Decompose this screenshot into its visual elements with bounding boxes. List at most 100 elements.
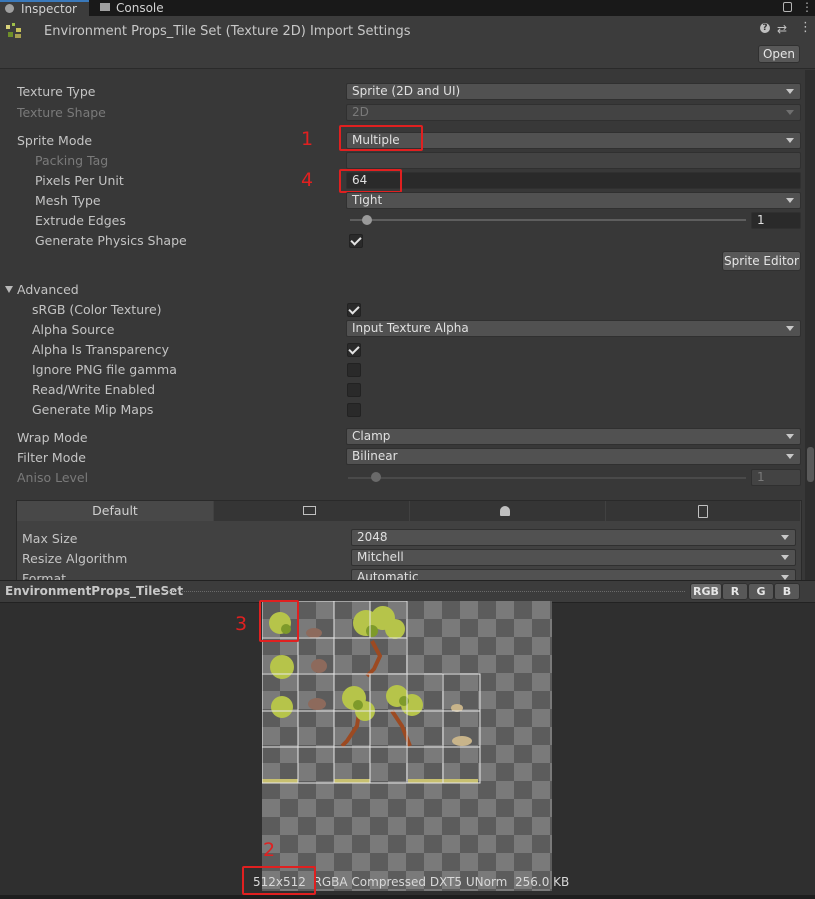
tab-inspector[interactable]: Inspector bbox=[0, 0, 89, 16]
chevron-down-icon bbox=[786, 198, 794, 203]
info-icon bbox=[5, 4, 14, 13]
alpha-is-transparency-label: Alpha Is Transparency bbox=[32, 342, 170, 357]
format-label: Format bbox=[22, 571, 67, 580]
packing-tag-label: Packing Tag bbox=[35, 153, 109, 168]
texture-shape-value: 2D bbox=[352, 105, 369, 119]
android-icon bbox=[500, 506, 510, 516]
chevron-down-icon bbox=[786, 454, 794, 459]
advanced-foldout-icon[interactable] bbox=[5, 286, 13, 293]
inspector-header: Environment Props_Tile Set (Texture 2D) … bbox=[0, 16, 815, 69]
texture-type-label: Texture Type bbox=[17, 84, 96, 99]
ignore-png-gamma-label: Ignore PNG file gamma bbox=[32, 362, 177, 377]
channel-g-button[interactable]: G bbox=[748, 583, 774, 600]
mip-maps-checkbox[interactable] bbox=[347, 403, 361, 417]
platform-tab-android[interactable] bbox=[410, 501, 605, 521]
mesh-type-dropdown[interactable]: Tight bbox=[346, 192, 801, 209]
mip-maps-label: Generate Mip Maps bbox=[32, 402, 154, 417]
inspector-scrollbar[interactable] bbox=[805, 70, 815, 580]
annotation-number-4: 4 bbox=[301, 169, 314, 191]
channel-r-button[interactable]: R bbox=[722, 583, 748, 600]
sprite-mode-label: Sprite Mode bbox=[17, 133, 93, 148]
alpha-is-transparency-checkbox[interactable] bbox=[347, 343, 361, 357]
help-icon[interactable]: ? bbox=[760, 23, 770, 33]
texture-preview-image[interactable] bbox=[261, 600, 552, 891]
alpha-source-value: Input Texture Alpha bbox=[352, 321, 469, 335]
texture-type-dropdown[interactable]: Sprite (2D and UI) bbox=[346, 83, 801, 100]
platform-tab-default-label: Default bbox=[92, 503, 138, 518]
format-dropdown[interactable]: Automatic bbox=[351, 569, 796, 580]
preview-title: EnvironmentProps_TileSet bbox=[5, 584, 184, 598]
max-size-value: 2048 bbox=[357, 530, 388, 544]
read-write-label: Read/Write Enabled bbox=[32, 382, 156, 397]
annotation-number-1: 1 bbox=[301, 128, 314, 150]
tab-inspector-label: Inspector bbox=[21, 2, 77, 16]
platform-tab-webgl[interactable] bbox=[606, 501, 800, 521]
srgb-label: sRGB (Color Texture) bbox=[32, 302, 162, 317]
sprite-editor-button[interactable]: Sprite Editor bbox=[722, 251, 801, 271]
preview-header: EnvironmentProps_TileSet RGB R G B bbox=[0, 580, 815, 603]
bottom-resize-handle[interactable] bbox=[0, 895, 815, 899]
max-size-dropdown[interactable]: 2048 bbox=[351, 529, 796, 546]
format-row-clip: Format Automatic bbox=[16, 567, 806, 580]
advanced-foldout-label[interactable]: Advanced bbox=[17, 282, 79, 297]
platform-tab-standalone[interactable] bbox=[214, 501, 409, 521]
mesh-type-value: Tight bbox=[352, 193, 383, 207]
more-menu-icon[interactable]: ⋮ bbox=[801, 0, 813, 14]
chevron-down-icon bbox=[786, 326, 794, 331]
platform-tab-default[interactable]: Default bbox=[17, 501, 213, 521]
aniso-level-value: 1 bbox=[757, 470, 765, 484]
chevron-down-icon bbox=[786, 110, 794, 115]
alpha-source-label: Alpha Source bbox=[32, 322, 115, 337]
ignore-png-gamma-checkbox[interactable] bbox=[347, 363, 361, 377]
srgb-checkbox[interactable] bbox=[347, 303, 361, 317]
aniso-level-label: Aniso Level bbox=[17, 470, 89, 485]
format-value: Automatic bbox=[357, 570, 419, 580]
monitor-icon bbox=[303, 506, 316, 515]
inspector-scrollbar-thumb[interactable] bbox=[807, 447, 814, 482]
filter-mode-label: Filter Mode bbox=[17, 450, 86, 465]
generate-physics-shape-label: Generate Physics Shape bbox=[35, 233, 187, 248]
annotation-box-2 bbox=[242, 866, 316, 895]
annotation-box-4 bbox=[339, 169, 402, 193]
pixels-per-unit-label: Pixels Per Unit bbox=[35, 173, 124, 188]
channel-rgb-button[interactable]: RGB bbox=[690, 583, 722, 600]
annotation-box-3 bbox=[259, 600, 299, 642]
packing-tag-input bbox=[346, 152, 801, 169]
filter-mode-dropdown[interactable]: Bilinear bbox=[346, 448, 801, 465]
channel-b-button[interactable]: B bbox=[774, 583, 800, 600]
tab-console-label: Console bbox=[116, 1, 164, 15]
wrap-mode-label: Wrap Mode bbox=[17, 430, 88, 445]
wrap-mode-value: Clamp bbox=[352, 429, 391, 443]
preset-icon[interactable]: ⇄ bbox=[777, 22, 787, 36]
read-write-checkbox[interactable] bbox=[347, 383, 361, 397]
extrude-edges-label: Extrude Edges bbox=[35, 213, 126, 228]
extrude-edges-input[interactable]: 1 bbox=[751, 212, 801, 229]
generate-physics-shape-checkbox[interactable] bbox=[349, 234, 363, 248]
chevron-down-icon bbox=[781, 535, 789, 540]
open-button[interactable]: Open bbox=[758, 45, 800, 63]
resize-algorithm-dropdown[interactable]: Mitchell bbox=[351, 549, 796, 566]
webgl-icon bbox=[698, 505, 708, 518]
annotation-box-1 bbox=[339, 125, 423, 151]
texture-asset-icon bbox=[5, 22, 25, 42]
settings-menu-icon[interactable]: ⋮ bbox=[799, 20, 812, 35]
extrude-edges-slider-handle[interactable] bbox=[362, 215, 372, 225]
texture-preview-svg bbox=[261, 600, 552, 891]
alpha-source-dropdown[interactable]: Input Texture Alpha bbox=[346, 320, 801, 337]
aniso-level-slider-handle bbox=[371, 472, 381, 482]
extrude-edges-slider-track[interactable] bbox=[350, 219, 746, 221]
lock-icon[interactable] bbox=[783, 2, 792, 12]
chevron-down-icon bbox=[786, 434, 794, 439]
header-title: Environment Props_Tile Set (Texture 2D) … bbox=[44, 24, 411, 39]
filter-mode-value: Bilinear bbox=[352, 449, 398, 463]
tab-console[interactable]: Console bbox=[92, 0, 182, 16]
chevron-down-icon bbox=[786, 138, 794, 143]
wrap-mode-dropdown[interactable]: Clamp bbox=[346, 428, 801, 445]
texture-shape-dropdown: 2D bbox=[346, 104, 801, 121]
mesh-type-label: Mesh Type bbox=[35, 193, 101, 208]
chevron-down-icon bbox=[786, 89, 794, 94]
pixels-per-unit-input[interactable]: 64 bbox=[346, 172, 801, 189]
chevron-down-icon bbox=[781, 555, 789, 560]
aniso-level-input: 1 bbox=[751, 469, 801, 486]
preview-divider bbox=[165, 591, 685, 593]
